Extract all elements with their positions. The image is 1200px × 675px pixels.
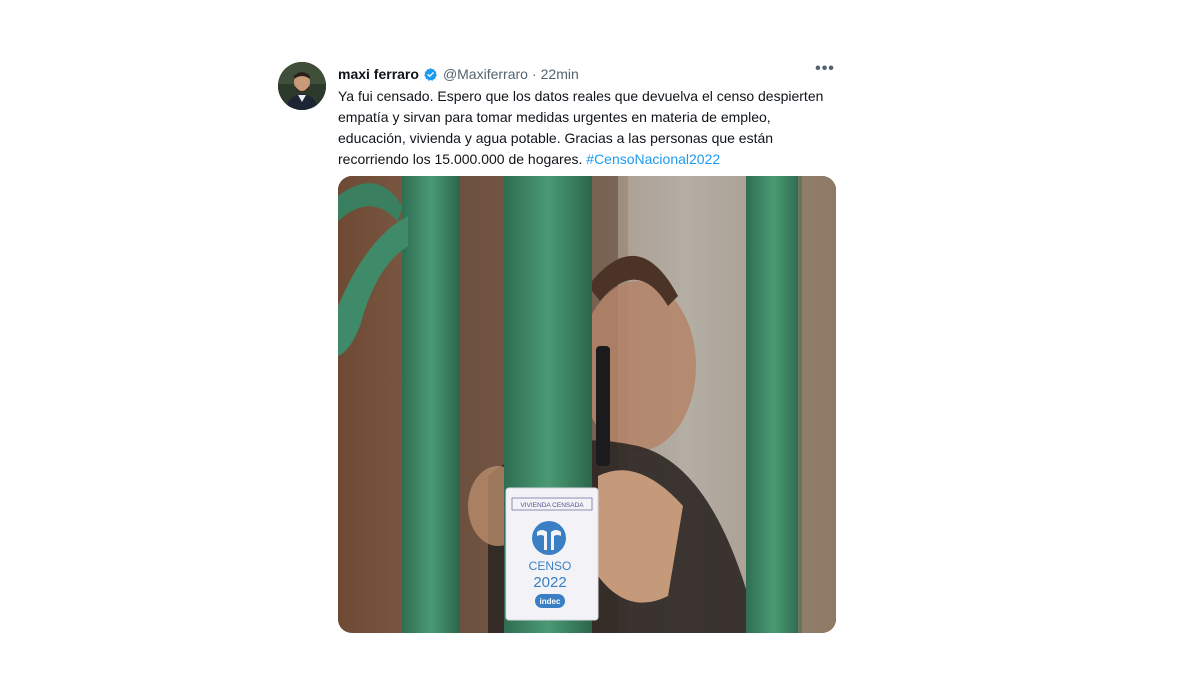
tweet-text: Ya fui censado. Espero que los datos rea…: [338, 86, 833, 170]
separator-dot: ·: [531, 66, 537, 82]
sticker-brand: indec: [540, 597, 561, 606]
avatar[interactable]: [278, 62, 326, 110]
photo-scene: VIVIENDA CENSADA CENSO 2022 indec: [338, 176, 836, 633]
tweet-photo[interactable]: VIVIENDA CENSADA CENSO 2022 indec: [338, 176, 836, 633]
sticker-year: 2022: [533, 574, 566, 591]
sticker-top-label: VIVIENDA CENSADA: [520, 502, 584, 509]
censo-logo-icon: [532, 521, 566, 555]
more-options-icon[interactable]: •••: [814, 59, 836, 79]
tweet-body: Ya fui censado. Espero que los datos rea…: [338, 88, 824, 167]
avatar-image: [278, 62, 326, 110]
tweet-header: maxi ferraro @Maxiferraro · 22min: [338, 64, 838, 84]
sticker-word: CENSO: [529, 559, 572, 573]
hashtag-link[interactable]: #CensoNacional2022: [586, 151, 720, 167]
author-handle[interactable]: @Maxiferraro: [443, 66, 528, 82]
verified-badge-icon: [423, 67, 438, 82]
author-name[interactable]: maxi ferraro: [338, 66, 419, 82]
timestamp[interactable]: 22min: [541, 66, 579, 82]
